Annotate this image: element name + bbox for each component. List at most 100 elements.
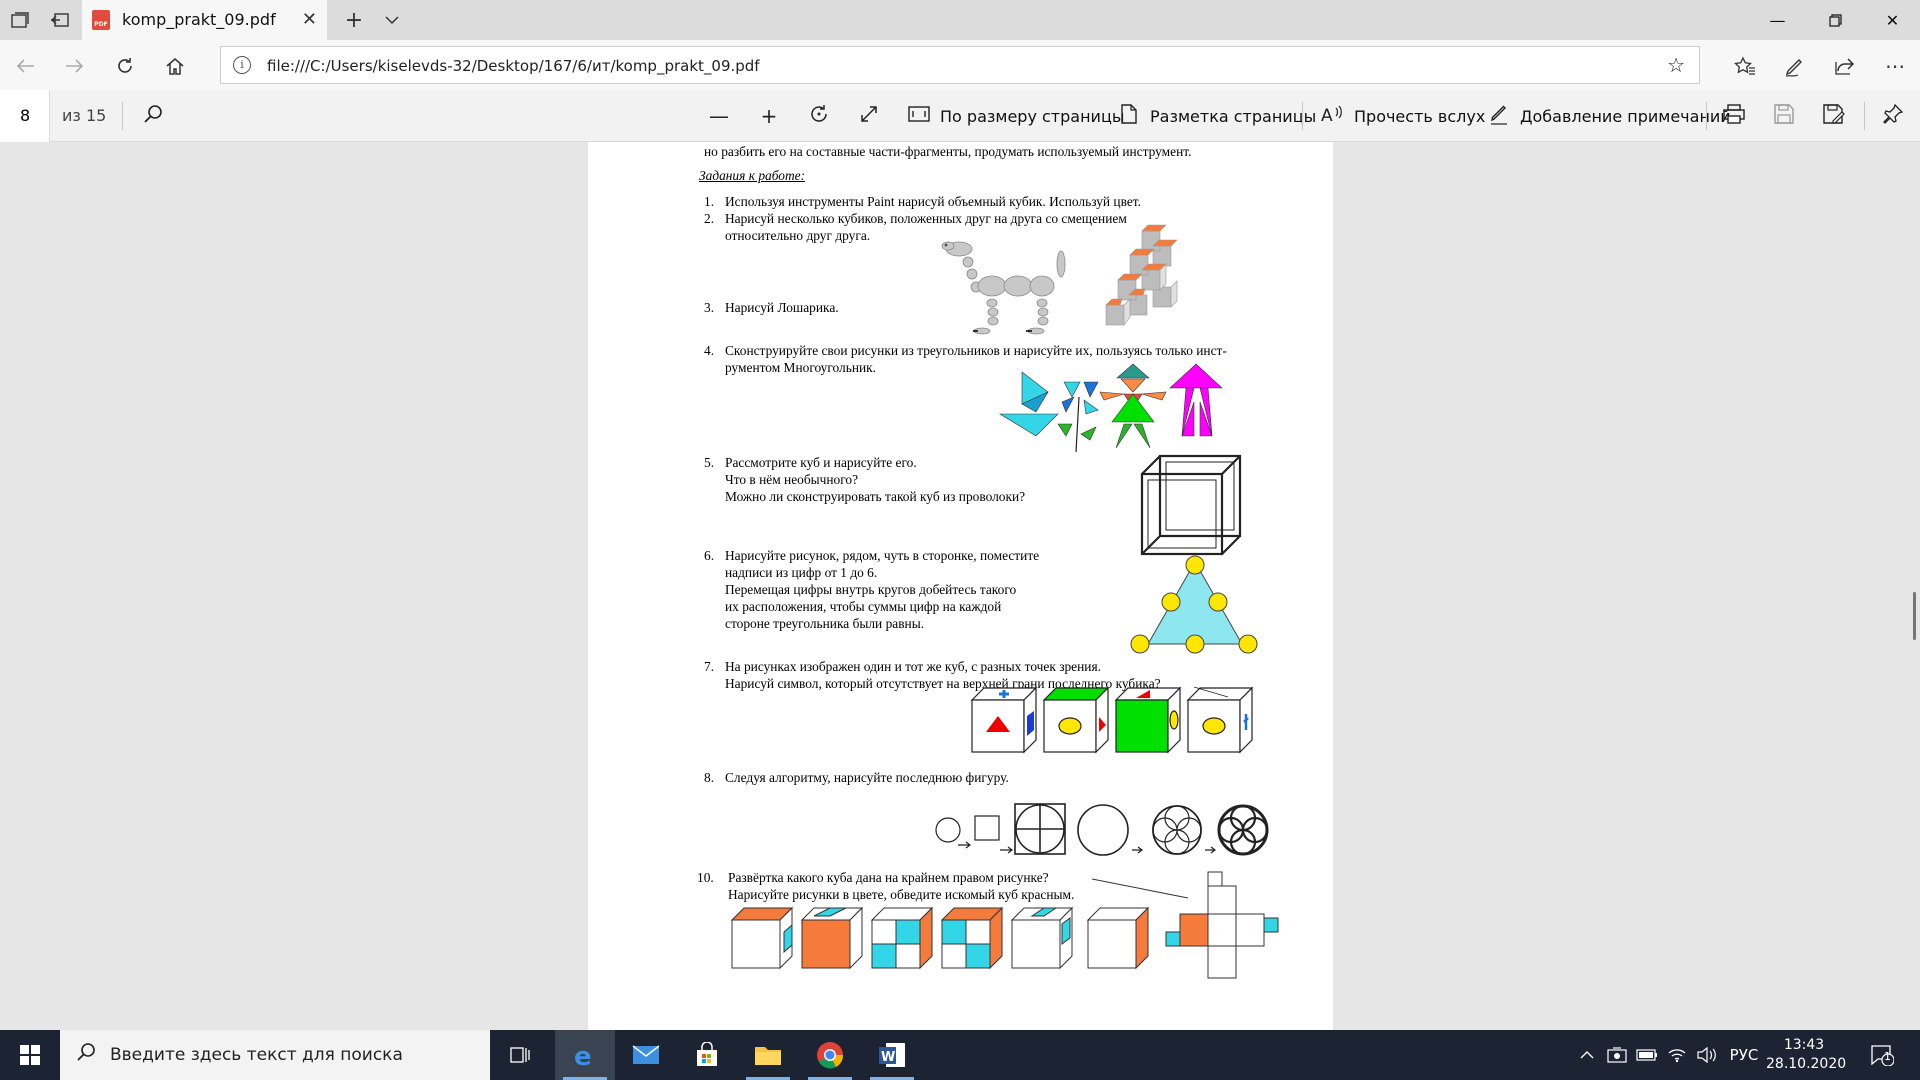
triangle-bird-figure: [998, 371, 1059, 437]
toolbar-divider: [1302, 102, 1303, 130]
save-button[interactable]: [1771, 103, 1797, 129]
algorithm-sequence-figure: [935, 803, 1269, 856]
zoom-in-button[interactable]: +: [756, 103, 782, 129]
read-aloud-icon: A: [1320, 104, 1346, 129]
tray-app-icon[interactable]: [1604, 1030, 1630, 1080]
wifi-icon[interactable]: [1664, 1030, 1690, 1080]
pin-icon: [1880, 103, 1906, 129]
impossible-cube-figure: [1140, 454, 1242, 556]
forward-button[interactable]: [62, 53, 88, 79]
store-icon: [697, 1042, 717, 1066]
rotate-button[interactable]: [806, 103, 832, 129]
candidate-cubes-figure: [730, 906, 1150, 970]
add-notes-button[interactable]: Добавление примечаний: [1486, 103, 1731, 129]
taskbar: Введите здесь текст для поиска e W РУС 1…: [0, 1030, 1920, 1080]
notifications-count: 1: [1884, 1050, 1891, 1063]
page-illustrations: [730, 224, 1279, 979]
battery-icon[interactable]: [1634, 1030, 1660, 1080]
zoom-out-button[interactable]: —: [706, 103, 732, 129]
action-center-button[interactable]: 1: [1862, 1030, 1902, 1080]
chrome-icon: [817, 1042, 844, 1069]
back-button[interactable]: [12, 53, 38, 79]
candidate-cube-1: [730, 906, 794, 970]
taskbar-explorer-button[interactable]: [738, 1030, 798, 1080]
print-button[interactable]: [1721, 103, 1747, 129]
taskbar-store-button[interactable]: [677, 1030, 737, 1080]
taskbar-edge-button[interactable]: e: [555, 1030, 615, 1080]
save-icon: [1771, 103, 1797, 129]
magic-triangle-figure: [1130, 555, 1258, 654]
cube-view-3: [1114, 686, 1182, 754]
restore-button[interactable]: [1808, 0, 1863, 40]
volume-icon[interactable]: [1694, 1030, 1720, 1080]
taskbar-mail-button[interactable]: [616, 1030, 676, 1080]
input-language-indicator[interactable]: РУС: [1726, 1030, 1762, 1080]
triangle-house-figure: [1169, 363, 1223, 437]
windows-logo-icon: [20, 1045, 40, 1065]
clock-date: 28.10.2020: [1766, 1056, 1847, 1072]
close-window-button[interactable]: ✕: [1865, 0, 1920, 40]
page-number-input[interactable]: 8: [0, 90, 50, 142]
show-hidden-icons-chevron-icon[interactable]: [1574, 1030, 1600, 1080]
pdf-toolbar: 8 из 15 — + По размеру страницы Разметка…: [0, 90, 1920, 142]
vertical-scrollbar-thumb[interactable]: [1913, 592, 1916, 640]
pin-toolbar-button[interactable]: [1880, 103, 1906, 129]
tab-actions-icon[interactable]: [8, 8, 32, 32]
page-layout-icon: [1116, 103, 1142, 129]
edge-browser-icon: e: [574, 1042, 592, 1069]
page-layout-button[interactable]: Разметка страницы: [1116, 103, 1316, 129]
cube-view-1: [970, 686, 1038, 754]
share-icon[interactable]: [1832, 53, 1858, 79]
plus-icon: +: [760, 104, 778, 128]
page-layout-label: Разметка страницы: [1150, 106, 1317, 126]
system-clock[interactable]: 13:43 28.10.2020: [1766, 1036, 1847, 1074]
search-icon: [140, 104, 166, 129]
favorite-star-icon[interactable]: ☆: [1667, 53, 1685, 77]
taskbar-search-box[interactable]: Введите здесь текст для поиска: [60, 1030, 490, 1080]
candidate-cube-5: [1010, 906, 1074, 970]
tab-title: komp_prakt_09.pdf: [122, 10, 276, 29]
search-button[interactable]: [140, 103, 166, 129]
web-notes-pen-icon[interactable]: [1782, 53, 1808, 79]
taskbar-chrome-button[interactable]: [800, 1030, 860, 1080]
address-bar[interactable]: i file:///C:/Users/kiselevds-32/Desktop/…: [220, 46, 1700, 84]
candidate-cube-3: [870, 906, 934, 970]
favorites-icon[interactable]: [1732, 53, 1758, 79]
minimize-button[interactable]: —: [1750, 0, 1805, 40]
pdf-file-icon: PDF: [92, 10, 110, 30]
browser-tab-active[interactable]: PDF komp_prakt_09.pdf ✕: [82, 0, 327, 40]
cube-view-2: [1042, 686, 1110, 754]
toolbar-divider: [122, 102, 123, 130]
loshariki-sheep-figure: [941, 241, 1066, 335]
triangle-person-figure: [1099, 363, 1167, 449]
close-tab-icon[interactable]: ✕: [302, 9, 317, 30]
fullscreen-button[interactable]: [856, 103, 882, 129]
new-tab-icon[interactable]: +: [342, 8, 366, 33]
tab-bar: PDF komp_prakt_09.pdf ✕ + — ✕: [0, 0, 1920, 40]
url-text[interactable]: file:///C:/Users/kiselevds-32/Desktop/16…: [267, 57, 760, 75]
candidate-cube-6: [1086, 906, 1150, 970]
cube-view-4: [1186, 686, 1254, 754]
home-button[interactable]: [162, 53, 188, 79]
fit-to-page-button[interactable]: По размеру страницы: [906, 103, 1124, 129]
save-as-button[interactable]: [1821, 103, 1847, 129]
more-options-icon[interactable]: ⋯: [1882, 53, 1908, 79]
word-icon: W: [879, 1043, 905, 1067]
pen-icon: [1486, 103, 1512, 130]
read-aloud-button[interactable]: A Прочесть вслух: [1320, 103, 1485, 129]
tab-list-chevron-icon[interactable]: [380, 8, 404, 32]
minus-icon: —: [709, 104, 729, 128]
pdf-viewer[interactable]: но разбить его на составные части-фрагме…: [0, 142, 1920, 1030]
set-tabs-aside-icon[interactable]: [48, 8, 72, 32]
search-icon: [76, 1042, 96, 1067]
fit-to-page-label: По размеру страницы: [940, 106, 1125, 126]
start-button[interactable]: [0, 1030, 60, 1080]
save-as-icon: [1821, 103, 1847, 129]
site-info-icon[interactable]: i: [233, 56, 251, 74]
svg-text:W: W: [881, 1050, 895, 1065]
refresh-button[interactable]: [112, 53, 138, 79]
add-notes-label: Добавление примечаний: [1520, 106, 1731, 126]
search-placeholder: Введите здесь текст для поиска: [110, 1045, 403, 1065]
task-view-button[interactable]: [490, 1030, 550, 1080]
taskbar-word-button[interactable]: W: [862, 1030, 922, 1080]
